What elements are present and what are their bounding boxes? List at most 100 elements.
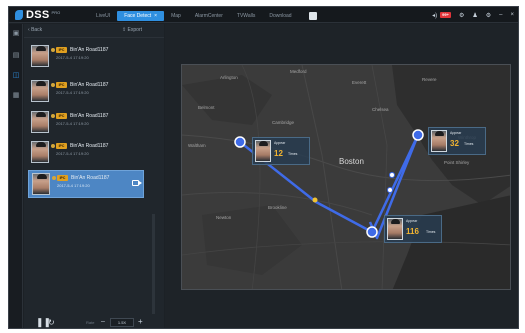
camera-dot-icon bbox=[51, 114, 55, 118]
user-icon[interactable]: ♟ bbox=[472, 12, 477, 19]
camera-name: Bin'An Road1187 bbox=[70, 113, 109, 119]
face-thumbnail bbox=[31, 45, 49, 67]
face-thumbnail bbox=[32, 173, 50, 195]
appearance-info-box[interactable]: Appear 32 Times bbox=[428, 127, 486, 155]
map-label-point-shirley: Point Shirley bbox=[444, 160, 470, 165]
camera-tag: IPC bbox=[56, 47, 67, 53]
speed-decrease-button[interactable]: – bbox=[101, 318, 105, 325]
camera-dot-icon bbox=[51, 144, 55, 148]
tab-alarm-center[interactable]: AlarmCenter bbox=[188, 11, 230, 21]
appearance-info-box[interactable]: Appear 12 Times bbox=[252, 137, 310, 165]
capture-time: 2017-5-4 17:19:20 bbox=[56, 55, 89, 60]
gear-icon[interactable]: ⚙ bbox=[459, 12, 464, 19]
alarm-badge[interactable]: 99+ bbox=[440, 12, 451, 18]
map-label-cambridge: Cambridge bbox=[272, 120, 295, 125]
app-window: DSS PRO LiveUI Face Detect × Map AlarmCen… bbox=[8, 6, 519, 329]
camera-marker[interactable] bbox=[366, 226, 378, 238]
camera-name: Bin'An Road1187 bbox=[71, 175, 110, 181]
land-patch bbox=[182, 75, 272, 125]
face-thumbnail bbox=[255, 140, 271, 162]
face-thumbnail bbox=[431, 130, 447, 152]
export-label: Export bbox=[127, 27, 142, 33]
map-label-chelsea: Chelsea bbox=[372, 107, 389, 112]
info-title: Appear bbox=[274, 141, 286, 145]
info-title: Appear bbox=[406, 219, 418, 223]
back-label: Back bbox=[31, 27, 43, 33]
camera-marker[interactable] bbox=[412, 129, 424, 141]
dss-logo-icon bbox=[15, 10, 23, 20]
back-button[interactable]: ‹ Back bbox=[28, 27, 42, 33]
appearance-unit: Times bbox=[426, 230, 436, 234]
appearance-count: 116 bbox=[406, 227, 419, 236]
header-tools: ◂) 99+ ⚙ ♟ ⚙ – × bbox=[424, 10, 514, 20]
track-waypoint[interactable] bbox=[312, 197, 318, 203]
tab-tvwalls[interactable]: TVWalls bbox=[230, 11, 262, 21]
record-card[interactable]: IPC Bin'An Road1187 2017-5-4 17:19:20 bbox=[28, 78, 144, 104]
logo-sup: PRO bbox=[51, 9, 61, 15]
tab-liveui[interactable]: LiveUI bbox=[89, 11, 117, 21]
speed-value[interactable]: 1.5X bbox=[110, 318, 134, 327]
camera-dot-icon bbox=[51, 48, 55, 52]
add-tab-icon[interactable] bbox=[308, 11, 317, 20]
capture-time: 2017-5-4 17:19:20 bbox=[56, 151, 89, 156]
tab-download[interactable]: Download bbox=[262, 11, 298, 21]
map-view[interactable]: Medford Arlington Everett Revere Chelsea… bbox=[181, 64, 511, 290]
speed-label: Rate bbox=[86, 320, 95, 325]
capture-time: 2017-5-4 17:19:20 bbox=[56, 121, 89, 126]
face-thumbnail bbox=[31, 80, 49, 102]
camera-tag: IPC bbox=[56, 143, 67, 149]
record-card[interactable]: IPC Bin'An Road1187 2017-5-4 17:19:20 bbox=[28, 109, 144, 135]
folder-rail-icon[interactable]: ▤ bbox=[12, 52, 20, 60]
camera-dot-icon bbox=[51, 83, 55, 87]
list-scrollbar[interactable] bbox=[152, 214, 155, 314]
face-track-rail-icon[interactable]: ◫ bbox=[12, 72, 20, 80]
road bbox=[182, 192, 373, 216]
map-canvas bbox=[182, 65, 510, 289]
sound-icon[interactable]: ◂) bbox=[432, 12, 437, 19]
speed-increase-button[interactable]: + bbox=[138, 317, 143, 326]
info-title: Appear bbox=[450, 131, 462, 135]
record-card[interactable]: IPC Bin'An Road1187 2017-5-4 17:19:20 bbox=[28, 43, 144, 69]
map-label-everett: Everett bbox=[352, 80, 367, 85]
camera-name: Bin'An Road1187 bbox=[70, 47, 109, 53]
face-thumbnail bbox=[31, 141, 49, 163]
map-area: Medford Arlington Everett Revere Chelsea… bbox=[165, 24, 518, 328]
face-thumbnail bbox=[31, 111, 49, 133]
logo-text: DSS bbox=[26, 9, 50, 21]
close-icon[interactable]: × bbox=[154, 13, 157, 19]
record-panel: ‹ Back ⇪ Export IPC Bin'An Road1187 2017… bbox=[24, 24, 164, 328]
direction-marker bbox=[387, 187, 393, 193]
capture-time: 2017-5-4 17:19:20 bbox=[57, 183, 90, 188]
appearance-count: 32 bbox=[450, 139, 459, 148]
camera-tag: IPC bbox=[56, 113, 67, 119]
minimize-icon[interactable]: – bbox=[499, 12, 502, 18]
record-card-selected[interactable]: IPC Bin'An Road1187 2017-5-4 17:19:20 bbox=[28, 170, 144, 198]
video-icon[interactable] bbox=[132, 180, 142, 186]
video-rail-icon[interactable]: ▣ bbox=[12, 30, 20, 38]
map-label-belmont: Belmont bbox=[198, 105, 215, 110]
module-tabs: LiveUI Face Detect × Map AlarmCenter TVWa… bbox=[89, 10, 317, 21]
camera-name: Bin'An Road1187 bbox=[70, 82, 109, 88]
close-window-icon[interactable]: × bbox=[510, 12, 514, 18]
map-label-medford: Medford bbox=[290, 69, 307, 74]
camera-tag: IPC bbox=[56, 82, 67, 88]
record-card[interactable]: IPC Bin'An Road1187 2017-5-4 17:19:20 bbox=[28, 139, 144, 165]
map-label-brookline: Brookline bbox=[268, 205, 287, 210]
export-button[interactable]: ⇪ Export bbox=[122, 27, 142, 33]
tab-map[interactable]: Map bbox=[164, 11, 188, 21]
settings-icon[interactable]: ⚙ bbox=[486, 12, 491, 19]
appearance-info-box[interactable]: Appear 116 Times bbox=[384, 215, 442, 243]
top-bar: DSS PRO LiveUI Face Detect × Map AlarmCen… bbox=[9, 7, 518, 23]
camera-marker[interactable] bbox=[234, 136, 246, 148]
refresh-icon[interactable]: ↻ bbox=[48, 318, 55, 327]
map-label-waltham: Waltham bbox=[188, 143, 206, 148]
list-rail-icon[interactable]: ▦ bbox=[12, 92, 20, 100]
appearance-count: 12 bbox=[274, 149, 283, 158]
direction-marker bbox=[389, 172, 395, 178]
tab-face-detect-label: Face Detect bbox=[124, 12, 152, 19]
camera-name: Bin'An Road1187 bbox=[70, 143, 109, 149]
map-label-revere: Revere bbox=[422, 77, 437, 82]
playback-controls: ❚❚ ↻ Rate – 1.5X + bbox=[24, 315, 164, 328]
camera-tag: IPC bbox=[57, 175, 68, 181]
tab-face-detect[interactable]: Face Detect × bbox=[117, 10, 165, 21]
